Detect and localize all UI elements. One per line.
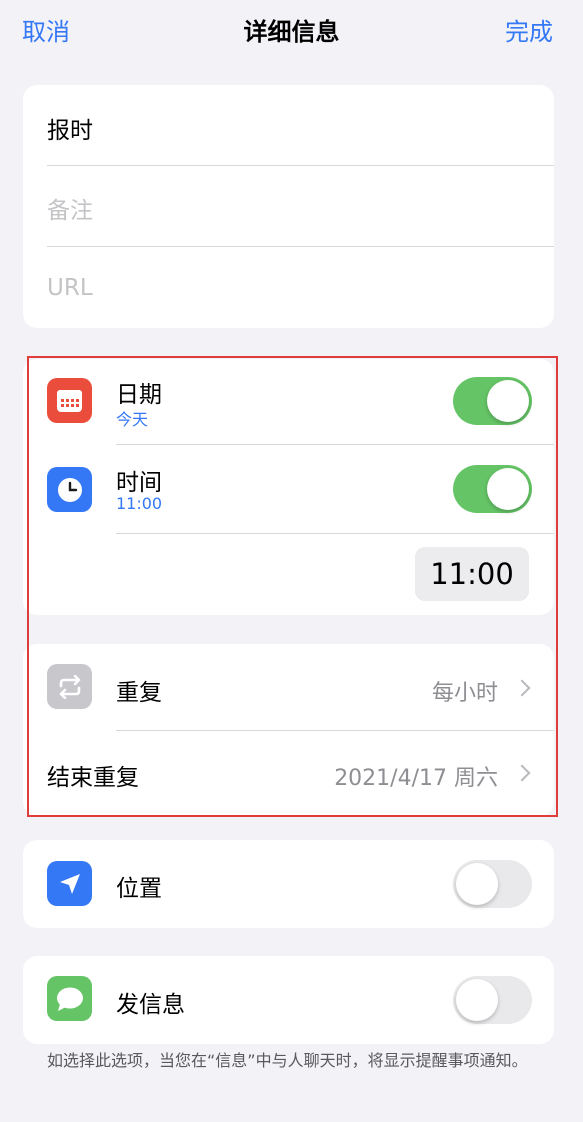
- navigation-bar: 取消 详细信息 完成: [0, 0, 583, 60]
- divider: [47, 246, 554, 247]
- time-label: 时间: [116, 470, 162, 496]
- date-toggle[interactable]: [453, 377, 532, 425]
- repeat-label[interactable]: 重复: [116, 673, 162, 707]
- toggle-knob: [487, 468, 529, 510]
- calendar-icon: [47, 378, 92, 423]
- toggle-knob: [456, 863, 498, 905]
- chevron-right-icon: [513, 764, 531, 782]
- toggle-knob: [487, 380, 529, 422]
- time-picker[interactable]: 11:00: [415, 547, 529, 601]
- toggle-knob: [456, 979, 498, 1021]
- divider: [116, 533, 554, 534]
- url-field[interactable]: URL: [47, 275, 554, 301]
- date-time-card: 日期 今天 时间 11:00 11:00: [23, 359, 554, 615]
- page-title: 详细信息: [243, 18, 340, 46]
- clock-icon: [47, 467, 92, 512]
- end-repeat-value[interactable]: 2021/4/17 周六: [334, 760, 498, 792]
- divider: [116, 730, 554, 731]
- location-label: 位置: [116, 876, 162, 902]
- chevron-right-icon: [513, 679, 531, 697]
- time-toggle[interactable]: [453, 465, 532, 513]
- divider: [47, 165, 554, 166]
- notes-field[interactable]: 备注: [47, 191, 554, 225]
- message-toggle[interactable]: [453, 976, 532, 1024]
- details-card: 报时 备注 URL: [23, 85, 554, 328]
- repeat-card: 重复 每小时 结束重复 2021/4/17 周六: [23, 644, 554, 816]
- repeat-icon: [47, 664, 92, 709]
- done-button[interactable]: 完成: [505, 12, 553, 47]
- time-subtitle: 11:00: [116, 494, 163, 513]
- message-bubble-icon: [47, 976, 92, 1021]
- date-label: 日期: [116, 382, 162, 408]
- message-label: 发信息: [116, 992, 185, 1018]
- title-field[interactable]: 报时: [47, 111, 554, 145]
- end-repeat-label[interactable]: 结束重复: [47, 758, 139, 792]
- message-card: 发信息: [23, 956, 554, 1044]
- divider: [116, 444, 554, 445]
- repeat-value[interactable]: 每小时: [432, 675, 498, 707]
- location-toggle[interactable]: [453, 860, 532, 908]
- date-subtitle: 今天: [116, 410, 149, 429]
- message-footer-note: 如选择此选项，当您在“信息”中与人聊天时，将显示提醒事项通知。: [47, 1051, 528, 1070]
- location-arrow-icon: [47, 861, 92, 906]
- location-card: 位置: [23, 840, 554, 928]
